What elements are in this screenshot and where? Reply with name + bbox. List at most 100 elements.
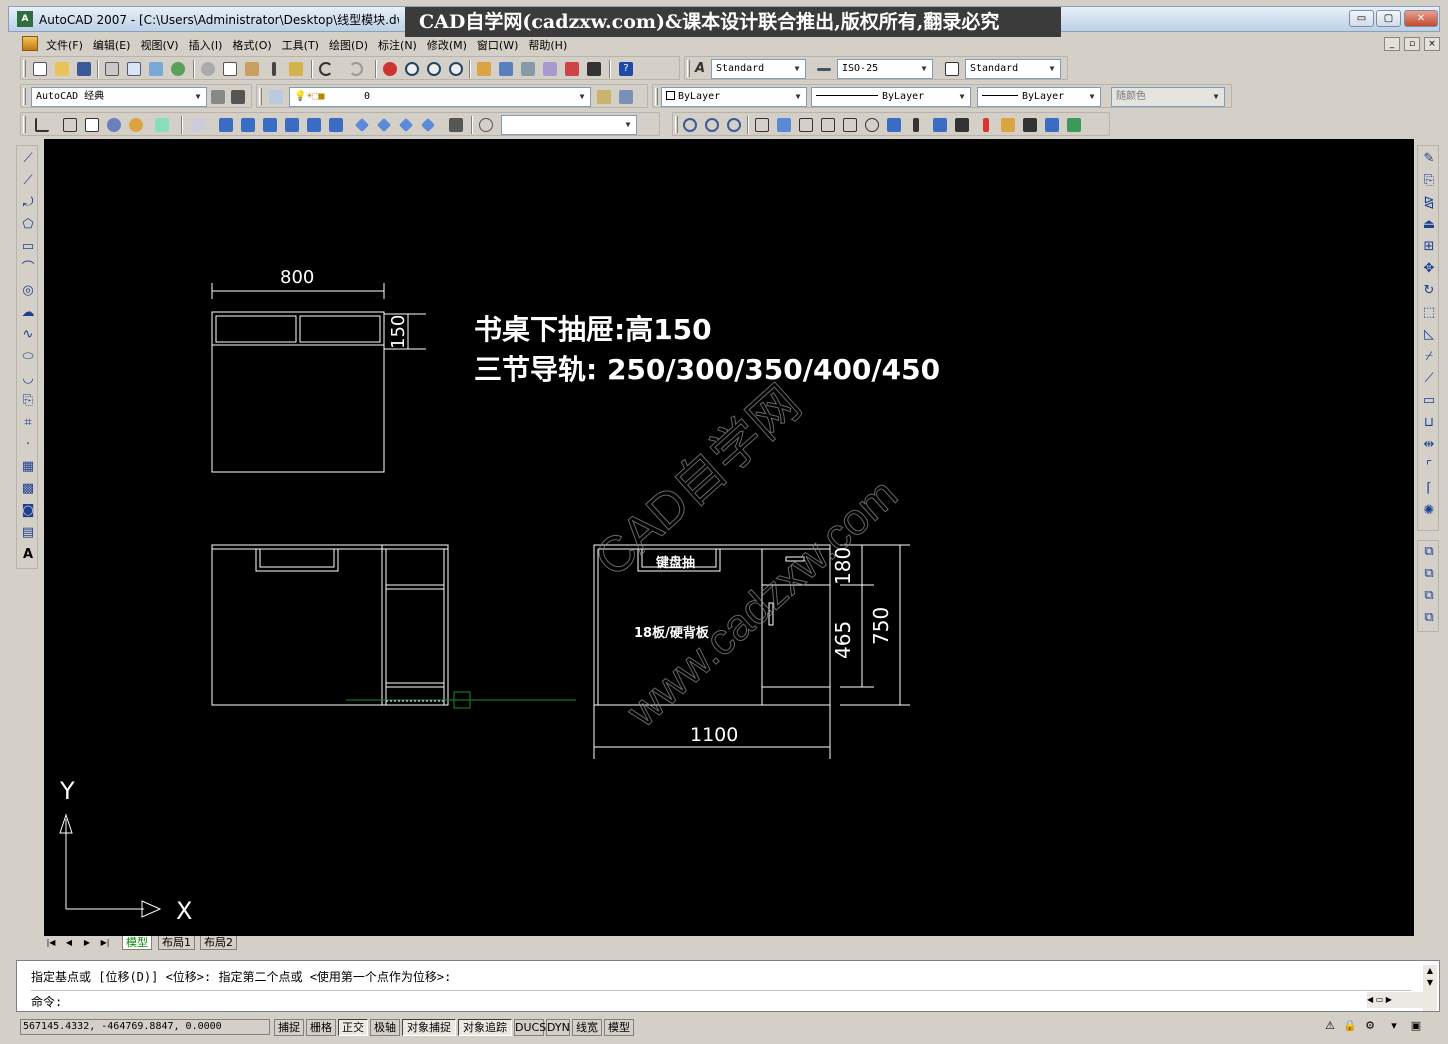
clean-screen-icon[interactable]: ▣ bbox=[1408, 1018, 1424, 1034]
undo-icon[interactable] bbox=[317, 60, 335, 78]
extend-icon[interactable]: ⟋ bbox=[1420, 370, 1438, 388]
linetype-select[interactable]: ByLayer ▼ bbox=[811, 87, 971, 107]
bring-to-front-icon[interactable]: ⧉ bbox=[1420, 543, 1438, 561]
torus-icon[interactable] bbox=[863, 116, 881, 134]
menu-dimension[interactable]: 标注(N) bbox=[378, 37, 424, 53]
copy-object-icon[interactable]: ⎘ bbox=[1420, 172, 1438, 190]
properties-icon[interactable] bbox=[475, 60, 493, 78]
circle-icon[interactable]: ◎ bbox=[19, 282, 37, 300]
status-menu-icon[interactable]: ▾ bbox=[1386, 1018, 1402, 1034]
pyramid-icon[interactable] bbox=[885, 116, 903, 134]
cone-icon[interactable] bbox=[797, 116, 815, 134]
realistic-icon[interactable] bbox=[105, 116, 123, 134]
loft-icon[interactable] bbox=[1021, 116, 1039, 134]
plot-preview-icon[interactable] bbox=[125, 60, 143, 78]
first-tab-button[interactable]: |◀ bbox=[44, 937, 58, 949]
command-hscrollbar[interactable]: ◀ ▭ ▶ bbox=[1367, 992, 1427, 1008]
region-icon[interactable]: ◙ bbox=[19, 502, 37, 520]
ucs-icon[interactable] bbox=[33, 116, 51, 134]
wedge-icon[interactable] bbox=[775, 116, 793, 134]
helix-icon[interactable] bbox=[907, 116, 925, 134]
ortho-toggle[interactable]: 正交 bbox=[338, 1019, 368, 1036]
block-editor-icon[interactable] bbox=[287, 60, 305, 78]
previous-tab-button[interactable]: ◀ bbox=[62, 937, 76, 949]
help-icon[interactable]: ? bbox=[617, 60, 635, 78]
ne-iso-icon[interactable] bbox=[397, 116, 415, 134]
last-tab-button[interactable]: ▶| bbox=[98, 937, 112, 949]
design-center-icon[interactable] bbox=[497, 60, 515, 78]
front-view-icon[interactable] bbox=[305, 116, 323, 134]
command-prompt[interactable]: 命令: bbox=[31, 993, 62, 1010]
stretch-icon[interactable]: ◺ bbox=[1420, 326, 1438, 344]
layer-manager-icon[interactable] bbox=[267, 88, 285, 106]
doc-restore-button[interactable]: ▫ bbox=[1404, 37, 1420, 51]
toolbar-grip[interactable] bbox=[23, 60, 26, 77]
left-view-icon[interactable] bbox=[261, 116, 279, 134]
3d-wireframe-icon[interactable] bbox=[61, 116, 79, 134]
workspace-settings-icon[interactable] bbox=[209, 88, 227, 106]
snap-toggle[interactable]: 捕捉 bbox=[274, 1019, 304, 1036]
tab-model[interactable]: 模型 bbox=[122, 936, 152, 950]
point-icon[interactable]: · bbox=[19, 436, 37, 454]
sheet-set-icon[interactable] bbox=[541, 60, 559, 78]
menu-window[interactable]: 窗口(W) bbox=[477, 37, 525, 53]
zoom-realtime-icon[interactable] bbox=[403, 60, 421, 78]
drawing-canvas[interactable]: CAD自学网 www.cadzxw.com 书桌下抽屉:高150 三节导轨: 2… bbox=[44, 139, 1414, 936]
make-layer-current-icon[interactable] bbox=[595, 88, 613, 106]
rectangle-icon[interactable]: ▭ bbox=[19, 238, 37, 256]
markup-icon[interactable] bbox=[563, 60, 581, 78]
join-icon[interactable]: ⇹ bbox=[1420, 436, 1438, 454]
lineweight-select[interactable]: ByLayer ▼ bbox=[977, 87, 1101, 107]
menu-modify[interactable]: 修改(M) bbox=[427, 37, 474, 53]
sw-iso-icon[interactable] bbox=[353, 116, 371, 134]
visual-styles-manager-icon[interactable] bbox=[153, 116, 171, 134]
insert-block-icon[interactable]: ⎘ bbox=[19, 392, 37, 410]
toolbar-grip[interactable] bbox=[23, 88, 26, 105]
hidden-icon[interactable] bbox=[83, 116, 101, 134]
dyn-toggle[interactable]: DYN bbox=[546, 1019, 570, 1036]
polyline-icon[interactable]: ⤾ bbox=[19, 194, 37, 212]
lwt-toggle[interactable]: 线宽 bbox=[572, 1019, 602, 1036]
3d-move-icon[interactable] bbox=[1065, 116, 1083, 134]
plot-icon[interactable] bbox=[103, 60, 121, 78]
otrack-toggle[interactable]: 对象追踪 bbox=[458, 1019, 512, 1036]
publish-icon[interactable] bbox=[147, 60, 165, 78]
paste-icon[interactable] bbox=[243, 60, 261, 78]
right-view-icon[interactable] bbox=[283, 116, 301, 134]
bring-above-icon[interactable]: ⧉ bbox=[1420, 587, 1438, 605]
polygon-icon[interactable]: ⬠ bbox=[19, 216, 37, 234]
grid-toggle[interactable]: 栅格 bbox=[306, 1019, 336, 1036]
table-icon[interactable]: ▤ bbox=[19, 524, 37, 542]
workspace-select[interactable]: AutoCAD 经典 ▼ bbox=[31, 87, 207, 107]
camera-icon[interactable] bbox=[447, 116, 465, 134]
spline-icon[interactable]: ∿ bbox=[19, 326, 37, 344]
tab-layout2[interactable]: 布局2 bbox=[200, 936, 237, 950]
redo-icon[interactable] bbox=[347, 60, 365, 78]
ucs-select[interactable]: ▼ bbox=[501, 115, 637, 135]
sweep-icon[interactable] bbox=[977, 116, 995, 134]
zoom-window-icon[interactable] bbox=[425, 60, 443, 78]
cut-icon[interactable] bbox=[199, 60, 217, 78]
fillet-icon[interactable]: ⌈ bbox=[1420, 480, 1438, 498]
top-view-icon[interactable] bbox=[217, 116, 235, 134]
maximize-button[interactable]: ▢ bbox=[1376, 10, 1401, 27]
revision-cloud-icon[interactable]: ☁ bbox=[19, 304, 37, 322]
hatch-icon[interactable]: ▦ bbox=[19, 458, 37, 476]
menu-draw[interactable]: 绘图(D) bbox=[329, 37, 375, 53]
save-workspace-icon[interactable] bbox=[229, 88, 247, 106]
toolbar-grip[interactable] bbox=[675, 116, 678, 133]
ucs-origin-icon[interactable] bbox=[477, 116, 495, 134]
lock-icon[interactable]: 🔒 bbox=[1342, 1018, 1358, 1034]
tray-settings-icon[interactable]: ⚙ bbox=[1362, 1018, 1378, 1034]
pan-icon[interactable] bbox=[381, 60, 399, 78]
orbit-icon[interactable] bbox=[681, 116, 699, 134]
continuous-orbit-icon[interactable] bbox=[725, 116, 743, 134]
layer-select[interactable]: 💡☀⬚■ 0 ▼ bbox=[289, 87, 591, 107]
zoom-previous-icon[interactable] bbox=[447, 60, 465, 78]
send-to-back-icon[interactable]: ⧉ bbox=[1420, 565, 1438, 583]
open-icon[interactable] bbox=[53, 60, 71, 78]
tab-layout1[interactable]: 布局1 bbox=[158, 936, 195, 950]
table-style-icon[interactable] bbox=[943, 60, 961, 78]
autocad-app-icon[interactable]: A bbox=[17, 11, 33, 27]
match-properties-icon[interactable] bbox=[265, 60, 283, 78]
